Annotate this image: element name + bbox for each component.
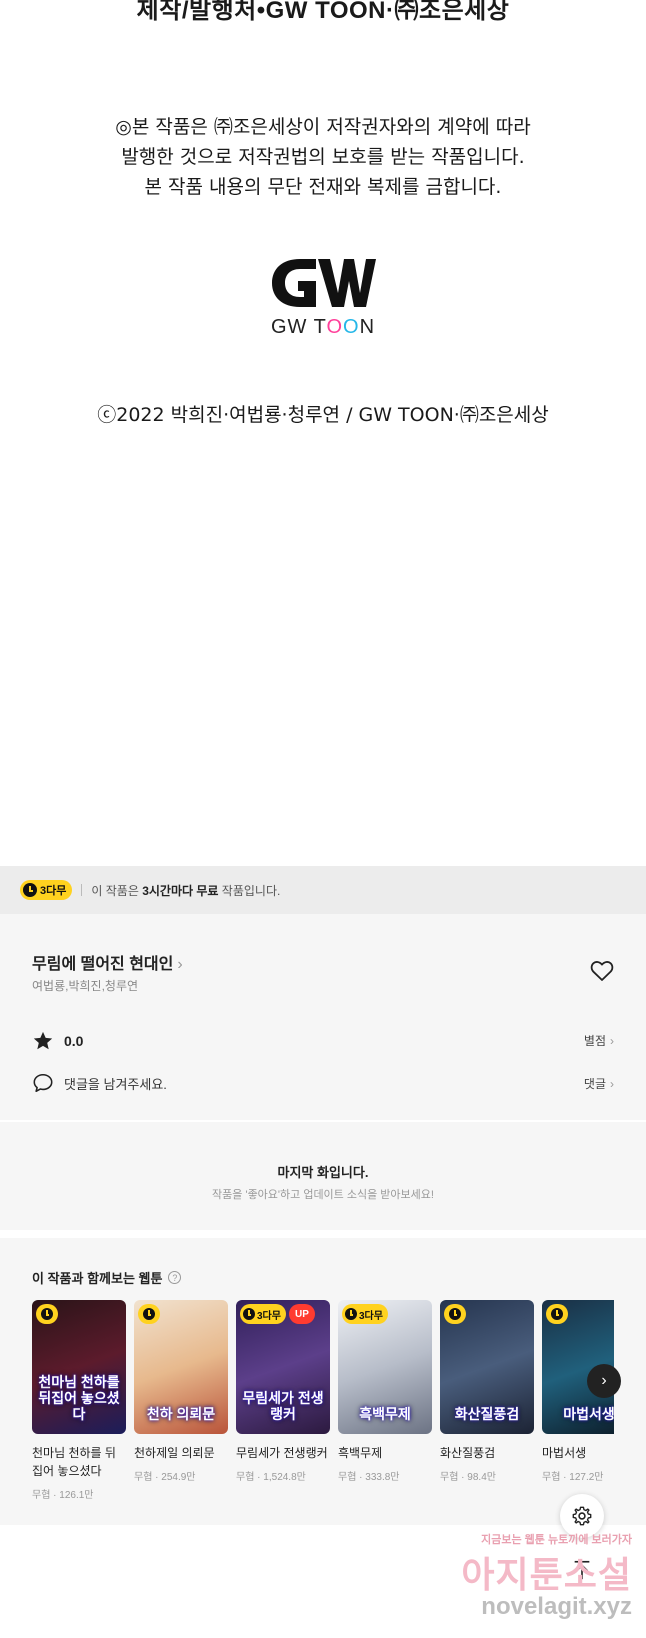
- help-icon[interactable]: ?: [168, 1271, 182, 1284]
- clock-icon: [551, 1308, 563, 1320]
- wait-free-badge: [36, 1304, 58, 1324]
- update-badge: UP: [288, 1304, 315, 1324]
- work-title-link[interactable]: 무림에 떨어진 현대인 ›: [32, 950, 183, 974]
- webtoon-thumbnail[interactable]: 3다무흑백무제: [338, 1300, 432, 1434]
- rating-value: 0.0: [64, 1033, 84, 1049]
- wait-free-badge: 3다무: [20, 880, 73, 900]
- gw-toon-logo: [272, 259, 376, 307]
- watermark-line: 지금보는 웹툰 뉴토끼에 보러가자: [481, 1534, 632, 1546]
- copyright-notice: ◎본 작품은 ㈜조은세상이 저작권자와의 계약에 따라 발행한 것으로 저작권법…: [0, 112, 646, 202]
- star-icon: [33, 1031, 53, 1050]
- wait-free-badge: [138, 1304, 160, 1324]
- clock-icon: [143, 1308, 155, 1320]
- last-episode-title: 마지막 화입니다.: [277, 1165, 369, 1180]
- recommendation-card[interactable]: 3다무 UP 무림세가 전생랭커 무림세가 전생랭커 무협 · 1,524.8만: [236, 1300, 330, 1483]
- wait-free-badge: 3다무: [240, 1304, 286, 1324]
- thumbnail-badges: [138, 1304, 160, 1324]
- clock-icon: [41, 1308, 53, 1320]
- webtoon-thumbnail[interactable]: 천하 의뢰문: [134, 1300, 228, 1434]
- rating-display: 0.0: [32, 1030, 83, 1052]
- divider: [81, 884, 83, 896]
- heart-icon[interactable]: [590, 960, 614, 982]
- gear-icon: [572, 1506, 592, 1526]
- webtoon-title[interactable]: 천마님 천하를 뒤집어 놓으셨다: [32, 1444, 126, 1480]
- speech-bubble-icon: [33, 1073, 53, 1093]
- webtoon-thumbnail[interactable]: 3다무 UP 무림세가 전생랭커: [236, 1300, 330, 1434]
- webtoon-title[interactable]: 화산질풍검: [440, 1444, 534, 1462]
- webtoon-title[interactable]: 흑백무제: [338, 1444, 432, 1462]
- carousel-next-button[interactable]: ›: [587, 1364, 621, 1398]
- cover-art-title: 마법서생: [563, 1406, 614, 1422]
- cover-art-title: 흑백무제: [359, 1406, 411, 1422]
- thumbnail-badges: [546, 1304, 568, 1324]
- publisher-credit: 제작/발행처•GW TOON·㈜조은세상: [136, 0, 510, 24]
- chevron-right-icon: ›: [610, 1034, 614, 1048]
- thumbnail-badges: [444, 1304, 466, 1324]
- thumbnail-badges: 3다무 UP: [240, 1304, 315, 1324]
- chevron-right-icon: ›: [177, 956, 183, 973]
- cover-art-title: 천마님 천하를 뒤집어 놓으셨다: [38, 1374, 120, 1422]
- cover-art-title: 천하 의뢰문: [146, 1406, 216, 1422]
- copyright-line: ⓒ2022 박희진·여법룡·청루연 / GW TOON·㈜조은세상: [97, 404, 549, 426]
- recommendation-carousel[interactable]: 천마님 천하를 뒤집어 놓으셨다 천마님 천하를 뒤집어 놓으셨다 무협 · 126…: [32, 1300, 614, 1510]
- webtoon-meta: 무협 · 127.2만: [542, 1472, 604, 1483]
- rate-link[interactable]: 별점 ›: [584, 1032, 614, 1049]
- webtoon-meta: 무협 · 333.8만: [338, 1472, 400, 1483]
- webtoon-thumbnail[interactable]: 화산질풍검: [440, 1300, 534, 1434]
- notice-line: 본 작품 내용의 무단 전재와 복제를 금합니다.: [144, 176, 502, 198]
- watermark-logo: 아지툰소설: [461, 1554, 632, 1595]
- recommendation-card[interactable]: 천하 의뢰문천하제일 의뢰문무협 · 254.9만: [134, 1300, 228, 1483]
- free-every-3-hours-banner: 3다무 이 작품은 3시간마다 무료 작품입니다.: [0, 866, 646, 914]
- clock-icon: [345, 1308, 357, 1320]
- recommendation-section: 이 작품과 함께보는 웹툰 ? 천마님 천하를 뒤집어 놓으셨다 천마님 천하를 …: [0, 1238, 646, 1525]
- webtoon-title[interactable]: 마법서생: [542, 1444, 614, 1462]
- cover-art-title: 무림세가 전생랭커: [242, 1390, 324, 1422]
- recommendation-card[interactable]: 화산질풍검 화산질풍검 무협 · 98.4만: [440, 1300, 534, 1483]
- thumbnail-badges: [36, 1304, 58, 1324]
- webtoon-thumbnail[interactable]: 천마님 천하를 뒤집어 놓으셨다: [32, 1300, 126, 1434]
- notice-line: ◎본 작품은 ㈜조은세상이 저작권자와의 계약에 따라: [115, 116, 531, 138]
- webtoon-title[interactable]: 무림세가 전생랭커: [236, 1444, 330, 1462]
- wait-free-badge: 3다무: [342, 1304, 388, 1324]
- clock-icon: [23, 883, 37, 897]
- recommendation-card[interactable]: 천마님 천하를 뒤집어 놓으셨다 천마님 천하를 뒤집어 놓으셨다 무협 · 126…: [32, 1300, 126, 1501]
- webtoon-meta: 무협 · 254.9만: [134, 1472, 196, 1483]
- notice-line: 발행한 것으로 저작권법의 보호를 받는 작품입니다.: [121, 146, 525, 168]
- work-info-section: 무림에 떨어진 현대인 › 여법룡,박희진,청루연 0.0 별점 › 댓글을 남겨주…: [0, 914, 646, 1120]
- cover-art-title: 화산질풍검: [454, 1406, 520, 1422]
- gw-toon-logo-text: GW TOON: [270, 316, 376, 338]
- recommendation-title: 이 작품과 함께보는 웹툰 ?: [32, 1268, 182, 1287]
- thumbnail-badges: 3다무: [342, 1304, 388, 1324]
- chevron-right-icon: ›: [610, 1077, 614, 1091]
- last-episode-subtitle: 작품을 '좋아요'하고 업데이트 소식을 받아보세요!: [212, 1189, 434, 1201]
- comic-last-page: 제작/발행처•GW TOON·㈜조은세상 ◎본 작품은 ㈜조은세상이 저작권자와…: [0, 0, 646, 866]
- wait-free-badge: [546, 1304, 568, 1324]
- free-banner-text: 이 작품은 3시간마다 무료 작품입니다.: [91, 883, 281, 898]
- clock-icon: [243, 1308, 255, 1320]
- watermark-url: novelagit.xyz: [481, 1593, 632, 1620]
- webtoon-meta: 무협 · 126.1만: [32, 1490, 94, 1501]
- recommendation-card[interactable]: 3다무 흑백무제 흑백무제 무협 · 333.8만: [338, 1300, 432, 1483]
- webtoon-title[interactable]: 천하제일 의뢰문: [134, 1444, 228, 1462]
- wait-free-badge: [444, 1304, 466, 1324]
- comment-prompt[interactable]: 댓글을 남겨주세요.: [32, 1072, 167, 1094]
- comments-link[interactable]: 댓글 ›: [584, 1075, 614, 1092]
- webtoon-meta: 무협 · 1,524.8만: [236, 1472, 306, 1483]
- work-authors: 여법룡,박희진,청루연: [32, 979, 139, 993]
- last-episode-notice: 마지막 화입니다. 작품을 '좋아요'하고 업데이트 소식을 받아보세요!: [0, 1122, 646, 1230]
- clock-icon: [449, 1308, 461, 1320]
- webtoon-meta: 무협 · 98.4만: [440, 1472, 496, 1483]
